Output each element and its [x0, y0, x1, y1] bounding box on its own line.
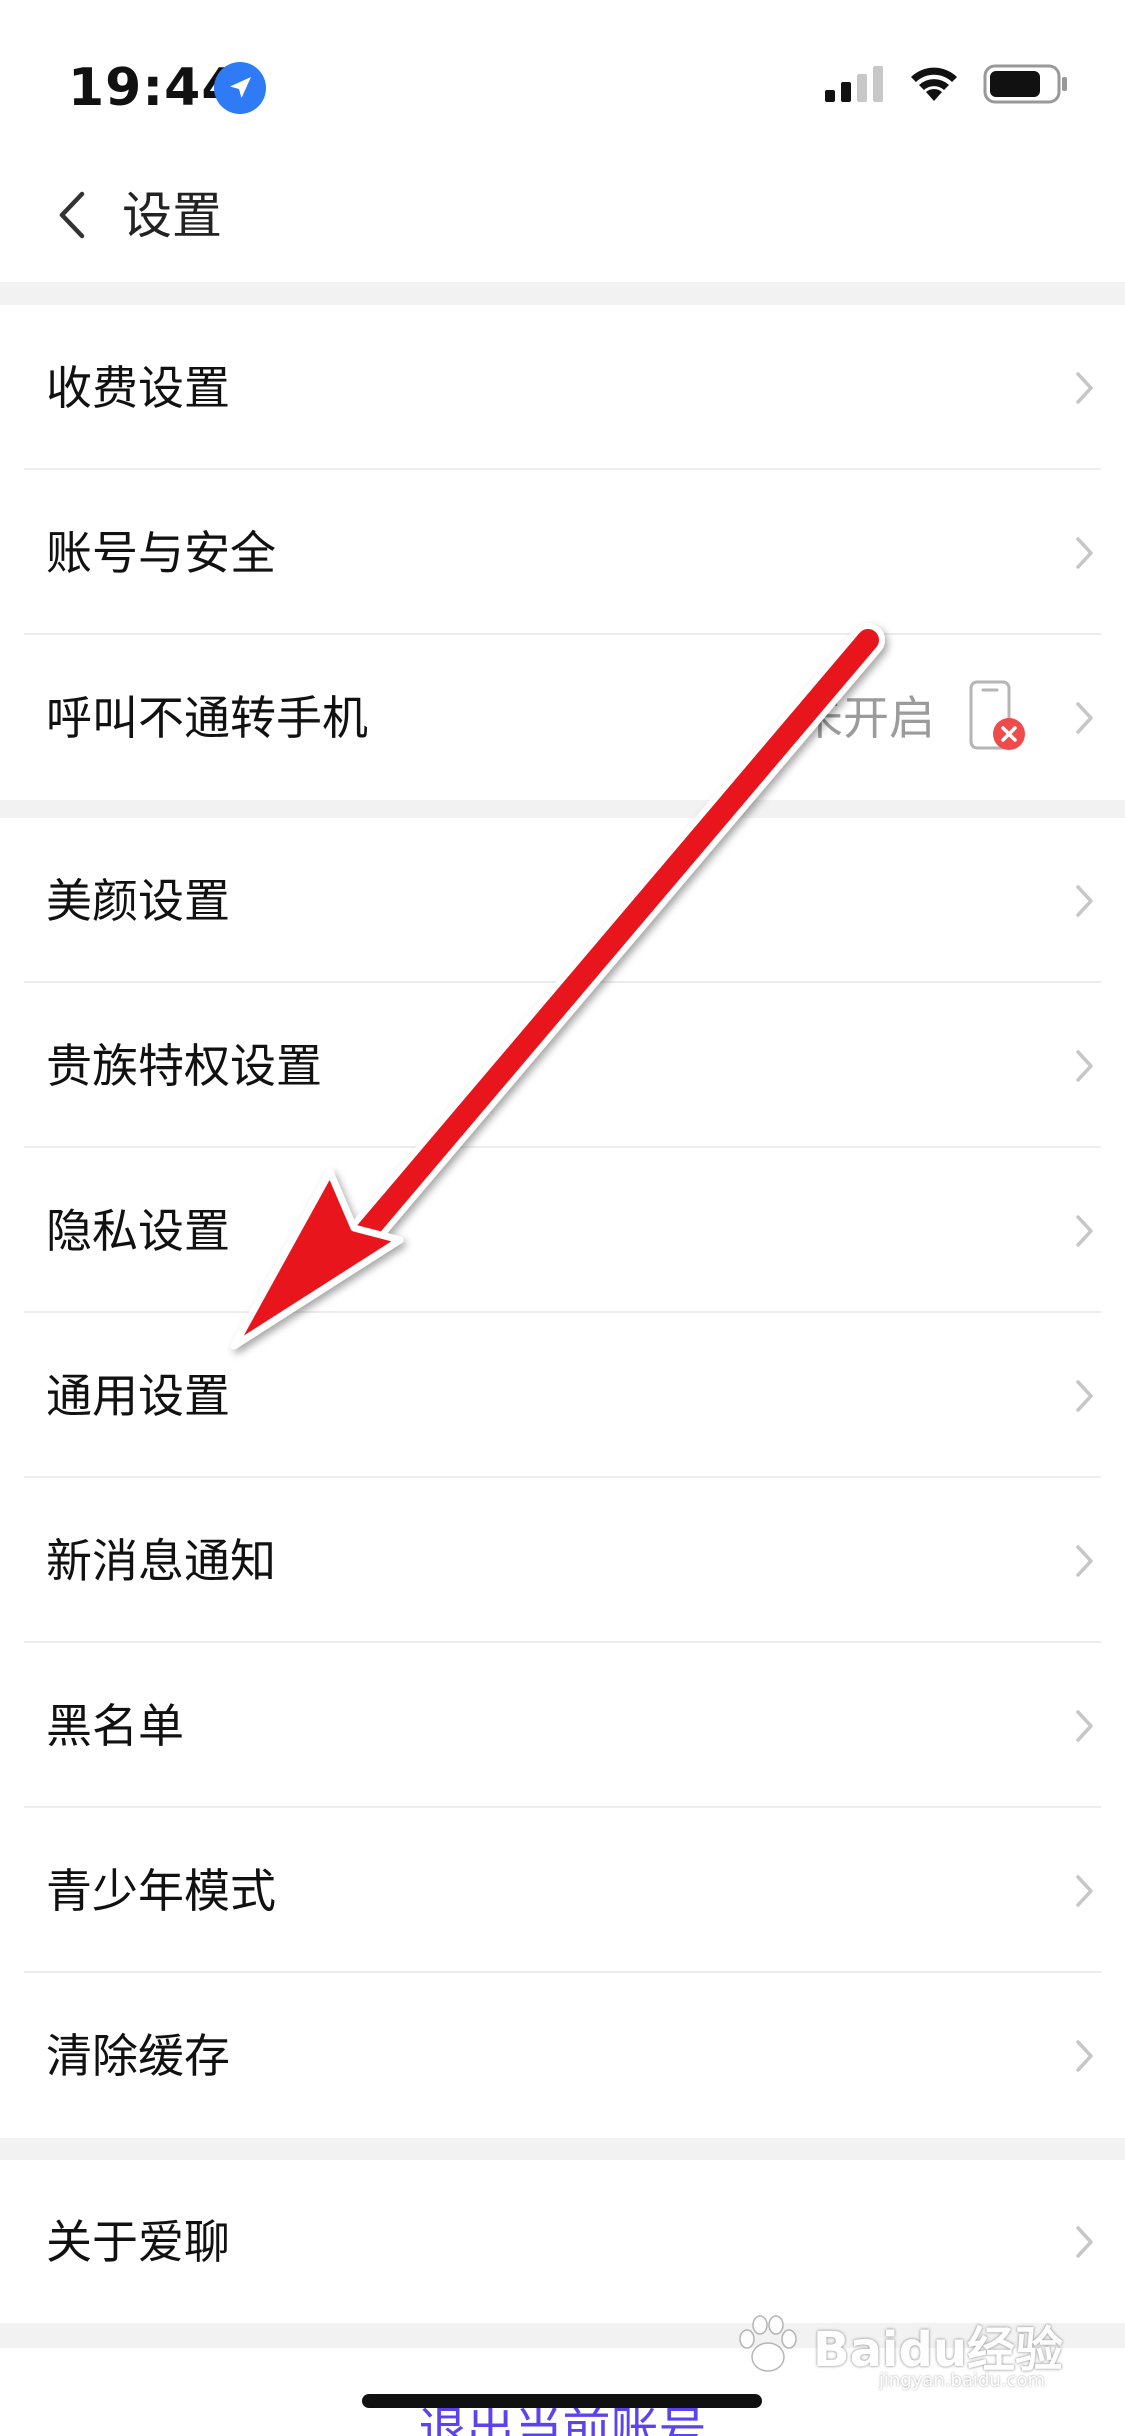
chevron-right-icon	[1076, 884, 1093, 917]
status-bar: 19:44	[0, 0, 1125, 150]
settings-item-label: 美颜设置	[46, 873, 230, 928]
home-indicator[interactable]	[362, 2394, 762, 2408]
settings-item-label: 隐私设置	[46, 1203, 230, 1258]
settings-item-privacy[interactable]: 隐私设置	[0, 1148, 1125, 1313]
cellular-signal-icon	[825, 66, 883, 102]
chevron-right-icon	[1076, 1544, 1093, 1577]
settings-item-label: 黑名单	[46, 1698, 184, 1753]
settings-item-label: 通用设置	[46, 1368, 230, 1423]
chevron-right-icon	[1076, 1709, 1093, 1742]
settings-item-label: 贵族特权设置	[46, 1038, 322, 1093]
chevron-right-icon	[1076, 2225, 1093, 2258]
settings-item-fee[interactable]: 收费设置	[0, 305, 1125, 470]
page-title: 设置	[122, 187, 222, 245]
settings-group-about: 关于爱聊	[0, 2160, 1125, 2323]
settings-item-teen-mode[interactable]: 青少年模式	[0, 1808, 1125, 1973]
battery-icon	[983, 64, 1067, 104]
settings-item-clear-cache[interactable]: 清除缓存	[0, 1973, 1125, 2138]
settings-item-label: 呼叫不通转手机	[46, 690, 368, 745]
status-text: 未开启	[797, 690, 935, 745]
phone-off-icon	[969, 680, 1025, 750]
settings-item-label: 账号与安全	[46, 525, 276, 580]
status-time: 19:44	[68, 58, 239, 118]
paw-icon	[739, 2315, 797, 2372]
settings-group-account: 收费设置 账号与安全 呼叫不通转手机 未开启	[0, 305, 1125, 800]
settings-item-beauty[interactable]: 美颜设置	[0, 818, 1125, 983]
chevron-right-icon	[1076, 1874, 1093, 1907]
chevron-left-icon	[59, 191, 85, 239]
settings-item-label: 收费设置	[46, 360, 230, 415]
chevron-right-icon	[1076, 1379, 1093, 1412]
chevron-right-icon	[1076, 1049, 1093, 1082]
watermark-url: jingyan.baidu.com	[878, 2370, 1045, 2391]
settings-item-label: 关于爱聊	[46, 2214, 230, 2269]
settings-item-label: 青少年模式	[46, 1863, 276, 1918]
settings-item-account-security[interactable]: 账号与安全	[0, 470, 1125, 635]
settings-group-general: 美颜设置 贵族特权设置 隐私设置 通用设置 新消息通知 黑名单 青少年模式 清除…	[0, 818, 1125, 2138]
chevron-right-icon	[1076, 371, 1093, 404]
chevron-right-icon	[1076, 2039, 1093, 2072]
settings-item-label: 清除缓存	[46, 2028, 230, 2083]
status-icons	[825, 64, 1069, 104]
chevron-right-icon	[1076, 1214, 1093, 1247]
location-arrow-icon	[214, 62, 266, 114]
settings-item-call-forward[interactable]: 呼叫不通转手机 未开启	[0, 635, 1125, 800]
wifi-icon	[911, 67, 957, 101]
settings-item-about[interactable]: 关于爱聊	[0, 2160, 1125, 2323]
settings-item-blacklist[interactable]: 黑名单	[0, 1643, 1125, 1808]
settings-item-label: 新消息通知	[46, 1533, 276, 1588]
settings-item-general[interactable]: 通用设置	[0, 1313, 1125, 1478]
settings-item-notifications[interactable]: 新消息通知	[0, 1478, 1125, 1643]
settings-item-noble-privilege[interactable]: 贵族特权设置	[0, 983, 1125, 1148]
chevron-right-icon	[1076, 701, 1093, 734]
nav-bar: 设置	[0, 150, 1125, 282]
back-button[interactable]	[36, 180, 106, 250]
chevron-right-icon	[1076, 536, 1093, 569]
